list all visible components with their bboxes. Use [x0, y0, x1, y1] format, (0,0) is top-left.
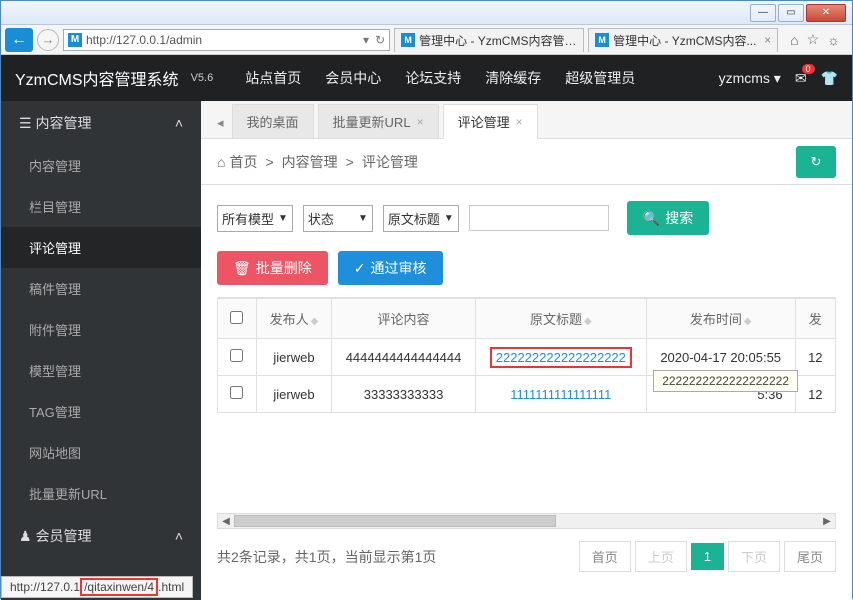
- col-author[interactable]: 发布人◆: [256, 299, 331, 339]
- nav-clear-cache[interactable]: 清除缓存: [485, 68, 541, 88]
- gear-icon[interactable]: ☼: [827, 32, 840, 48]
- sidebar-item-content[interactable]: 内容管理: [1, 145, 201, 186]
- minimize-button[interactable]: —: [750, 4, 776, 22]
- nav-forum[interactable]: 论坛支持: [405, 68, 461, 88]
- trash-icon: 🗑: [233, 260, 251, 277]
- scroll-left-arrow[interactable]: ◀: [218, 516, 234, 527]
- cell-title-link[interactable]: 1111111111111111: [510, 387, 611, 402]
- sidebar-item-batch-url[interactable]: 批量更新URL: [1, 473, 201, 514]
- cell-author: jierweb: [256, 339, 331, 376]
- comment-table: 发布人◆ 评论内容 原文标题◆ 发布时间◆ 发 jie: [217, 298, 836, 413]
- tooltip: 2222222222222222222: [653, 370, 798, 392]
- cell-extra: 12: [795, 376, 835, 413]
- page-first[interactable]: 首页: [579, 541, 631, 572]
- row-checkbox[interactable]: [230, 349, 243, 362]
- sidebar: ☰ 内容管理 ˄ 内容管理 栏目管理 评论管理 稿件管理 附件管理 模型管理 T…: [1, 101, 201, 600]
- sidebar-item-sitemap[interactable]: 网站地图: [1, 432, 201, 473]
- page-last[interactable]: 尾页: [784, 541, 836, 572]
- forward-button[interactable]: →: [37, 29, 59, 51]
- nav-admin[interactable]: 超级管理员: [565, 68, 635, 88]
- search-button[interactable]: 🔍搜索: [627, 201, 709, 235]
- back-button[interactable]: ←: [5, 28, 33, 52]
- nav-site-home[interactable]: 站点首页: [245, 68, 301, 88]
- col-title[interactable]: 原文标题◆: [475, 299, 646, 339]
- sidebar-item-comment[interactable]: 评论管理: [1, 227, 201, 268]
- tab-favicon: M: [595, 33, 609, 47]
- col-extra: 发: [795, 299, 835, 339]
- tab-close-icon[interactable]: ×: [516, 115, 523, 129]
- browser-tab-1[interactable]: M 管理中心 - YzmCMS内容管理...: [394, 28, 584, 52]
- tab-favicon: M: [401, 33, 415, 47]
- status-bar: http://127.0.1/qitaxinwen/4.html: [1, 576, 193, 598]
- mail-badge: 0: [802, 64, 815, 74]
- col-time[interactable]: 发布时间◆: [646, 299, 795, 339]
- search-input[interactable]: [469, 205, 609, 231]
- approve-button[interactable]: ✓通过审核: [338, 251, 443, 285]
- cell-title-link[interactable]: 222222222222222222: [490, 347, 632, 368]
- scroll-thumb[interactable]: [234, 515, 556, 527]
- nav-member[interactable]: 会员中心: [325, 68, 381, 88]
- page-1[interactable]: 1: [691, 543, 724, 570]
- home-icon[interactable]: ⌂: [790, 32, 798, 48]
- batch-delete-button[interactable]: 🗑批量删除: [217, 251, 328, 285]
- page-prev[interactable]: 上页: [635, 541, 687, 572]
- app-version: V5.6: [191, 72, 214, 84]
- tab-close-icon[interactable]: ×: [417, 115, 424, 129]
- sidebar-item-attachment[interactable]: 附件管理: [1, 309, 201, 350]
- cell-content: 4444444444444444: [332, 339, 476, 376]
- select-status[interactable]: 状态▼: [303, 205, 373, 232]
- chevron-up-icon: ˄: [175, 528, 183, 544]
- address-bar[interactable]: M http://127.0.0.1/admin ▾ ↻: [63, 29, 390, 51]
- select-title[interactable]: 原文标题▼: [383, 205, 459, 232]
- shirt-icon[interactable]: 👕: [821, 70, 838, 87]
- star-icon[interactable]: ☆: [807, 31, 820, 48]
- cell-author: jierweb: [256, 376, 331, 413]
- tab-batch-url[interactable]: 批量更新URL×: [318, 104, 439, 138]
- search-icon: 🔍: [643, 210, 660, 227]
- cell-extra: 12: [795, 339, 835, 376]
- app-logo: YzmCMS内容管理系统: [15, 66, 179, 90]
- sidebar-item-model[interactable]: 模型管理: [1, 350, 201, 391]
- tab-prev-arrow[interactable]: ◂: [209, 108, 232, 138]
- horizontal-scrollbar[interactable]: ◀ ▶: [217, 513, 836, 529]
- scroll-right-arrow[interactable]: ▶: [819, 516, 835, 527]
- breadcrumb-content[interactable]: 内容管理: [282, 152, 338, 172]
- tab-desktop[interactable]: 我的桌面: [232, 104, 314, 138]
- content-tabs: ◂ 我的桌面 批量更新URL× 评论管理×: [201, 101, 852, 139]
- close-button[interactable]: ✕: [806, 4, 846, 22]
- mail-icon[interactable]: ✉0: [795, 70, 807, 87]
- sidebar-item-draft[interactable]: 稿件管理: [1, 268, 201, 309]
- pagination-info: 共2条记录，共1页，当前显示第1页: [217, 547, 436, 567]
- app-header: YzmCMS内容管理系统 V5.6 站点首页 会员中心 论坛支持 清除缓存 超级…: [1, 55, 852, 101]
- user-name[interactable]: yzmcms ▾: [719, 70, 781, 87]
- breadcrumb-home[interactable]: ⌂ 首页: [217, 152, 257, 172]
- chevron-up-icon: ˄: [175, 115, 183, 131]
- check-icon: ✓: [354, 260, 366, 277]
- site-icon: M: [68, 33, 82, 47]
- breadcrumb: ⌂ 首页 > 内容管理 > 评论管理: [217, 152, 418, 172]
- page-next[interactable]: 下页: [728, 541, 780, 572]
- sidebar-group-member[interactable]: ♟ 会员管理 ˄: [1, 514, 201, 558]
- window-titlebar: — ▭ ✕: [1, 1, 852, 25]
- sidebar-group-content[interactable]: ☰ 内容管理 ˄: [1, 101, 201, 145]
- cell-content: 33333333333: [332, 376, 476, 413]
- tab-comment[interactable]: 评论管理×: [443, 104, 538, 139]
- browser-tab-2[interactable]: M 管理中心 - YzmCMS内容... ×: [588, 28, 778, 52]
- browser-toolbar: ← → M http://127.0.0.1/admin ▾ ↻ M 管理中心 …: [1, 25, 852, 55]
- sidebar-item-tag[interactable]: TAG管理: [1, 391, 201, 432]
- refresh-button[interactable]: ↻: [796, 146, 836, 178]
- row-checkbox[interactable]: [230, 386, 243, 399]
- breadcrumb-comment: 评论管理: [362, 152, 418, 172]
- maximize-button[interactable]: ▭: [778, 4, 804, 22]
- select-all-checkbox[interactable]: [230, 311, 243, 324]
- tab-close-icon[interactable]: ×: [764, 33, 771, 47]
- sidebar-item-column[interactable]: 栏目管理: [1, 186, 201, 227]
- select-model[interactable]: 所有模型▼: [217, 205, 293, 232]
- dropdown-icon[interactable]: ▾: [363, 33, 369, 47]
- col-content[interactable]: 评论内容: [332, 299, 476, 339]
- url-text: http://127.0.0.1/admin: [86, 33, 359, 47]
- reload-icon[interactable]: ↻: [375, 33, 385, 47]
